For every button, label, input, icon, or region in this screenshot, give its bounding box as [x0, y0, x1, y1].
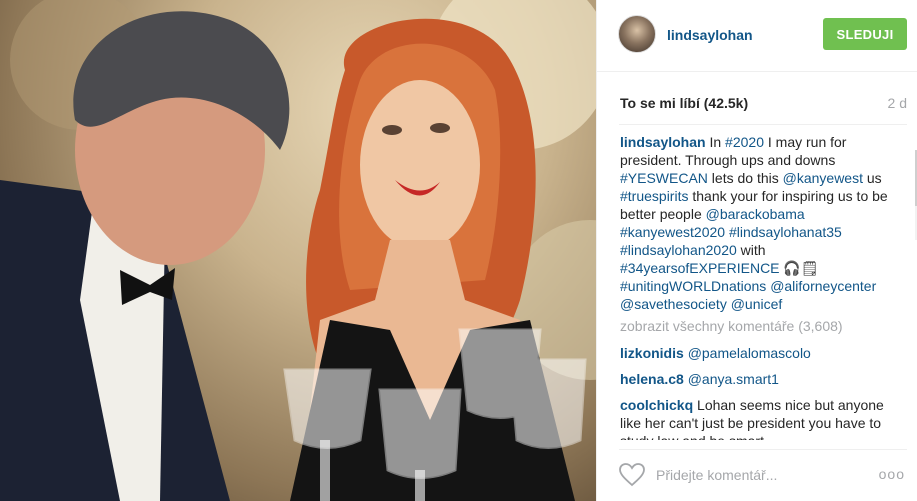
comment-item: helena.c8 @anya.smart1 — [620, 370, 894, 388]
caption-tag-link[interactable]: #2020 — [725, 134, 764, 150]
post-side-panel: lindsaylohan SLEDUJI To se mi líbí (42.5… — [596, 0, 917, 501]
caption: lindsaylohan In #2020 I may run for pres… — [620, 133, 894, 313]
author-username-link[interactable]: lindsaylohan — [667, 27, 753, 43]
comment-item: coolchickq Lohan seems nice but anyone l… — [620, 396, 894, 440]
caption-tag-link[interactable]: #truespirits — [620, 188, 688, 204]
post-photo — [0, 0, 596, 501]
caption-tag-link[interactable]: #lindsaylohanat35 — [729, 224, 842, 240]
likes-count[interactable]: To se mi líbí (42.5k) — [620, 95, 748, 111]
post-footer: ooo — [619, 449, 907, 501]
likes-row: To se mi líbí (42.5k) 2 d — [620, 95, 907, 111]
view-all-comments-link[interactable]: zobrazit všechny komentáře (3,608) — [620, 317, 894, 335]
caption-text-run: 🎧🗒 — [779, 260, 819, 276]
comment-item: lizkonidis @pamelalomascolo — [620, 344, 894, 362]
divider — [619, 124, 907, 125]
caption-username[interactable]: lindsaylohan — [620, 134, 706, 150]
comments-list: lindsaylohan In #2020 I may run for pres… — [620, 133, 894, 440]
comment-username[interactable]: helena.c8 — [620, 371, 684, 387]
avatar[interactable] — [618, 15, 656, 53]
caption-text: In #2020 I may run for president. Throug… — [620, 134, 888, 312]
caption-tag-link[interactable]: @aliforneycenter — [770, 278, 876, 294]
comments-container: lizkonidis @pamelalomascolo helena.c8 @an… — [620, 344, 894, 440]
caption-tag-link[interactable]: @kanyewest — [783, 170, 863, 186]
caption-tag-link[interactable]: #34yearsofEXPERIENCE — [620, 260, 780, 276]
caption-text-run: us — [862, 170, 882, 186]
caption-tag-link[interactable]: #YESWECAN — [620, 170, 708, 186]
caption-tag-link[interactable]: #unitingWORLDnations — [620, 278, 766, 294]
comment-username[interactable]: lizkonidis — [620, 345, 684, 361]
caption-tag-link[interactable]: #kanyewest2020 — [620, 224, 725, 240]
caption-text-run: with — [736, 242, 766, 258]
more-options-icon[interactable]: ooo — [879, 466, 905, 482]
follow-button[interactable]: SLEDUJI — [823, 18, 907, 50]
comment-username[interactable]: coolchickq — [620, 397, 693, 413]
post-time[interactable]: 2 d — [888, 95, 907, 111]
heart-icon[interactable] — [619, 463, 645, 487]
comment-tag-link[interactable]: @anya.smart1 — [688, 371, 779, 387]
caption-tag-link[interactable]: @savethesociety — [620, 296, 727, 312]
caption-tag-link[interactable]: @barackobama — [706, 206, 805, 222]
caption-text-run: In — [709, 134, 726, 150]
comment-tag-link[interactable]: @pamelalomascolo — [688, 345, 811, 361]
caption-tag-link[interactable]: @unicef — [731, 296, 783, 312]
caption-text-run: lets do this — [707, 170, 783, 186]
post-header: lindsaylohan SLEDUJI — [597, 0, 917, 72]
caption-tag-link[interactable]: #lindsaylohan2020 — [620, 242, 737, 258]
add-comment-input[interactable] — [656, 464, 856, 486]
